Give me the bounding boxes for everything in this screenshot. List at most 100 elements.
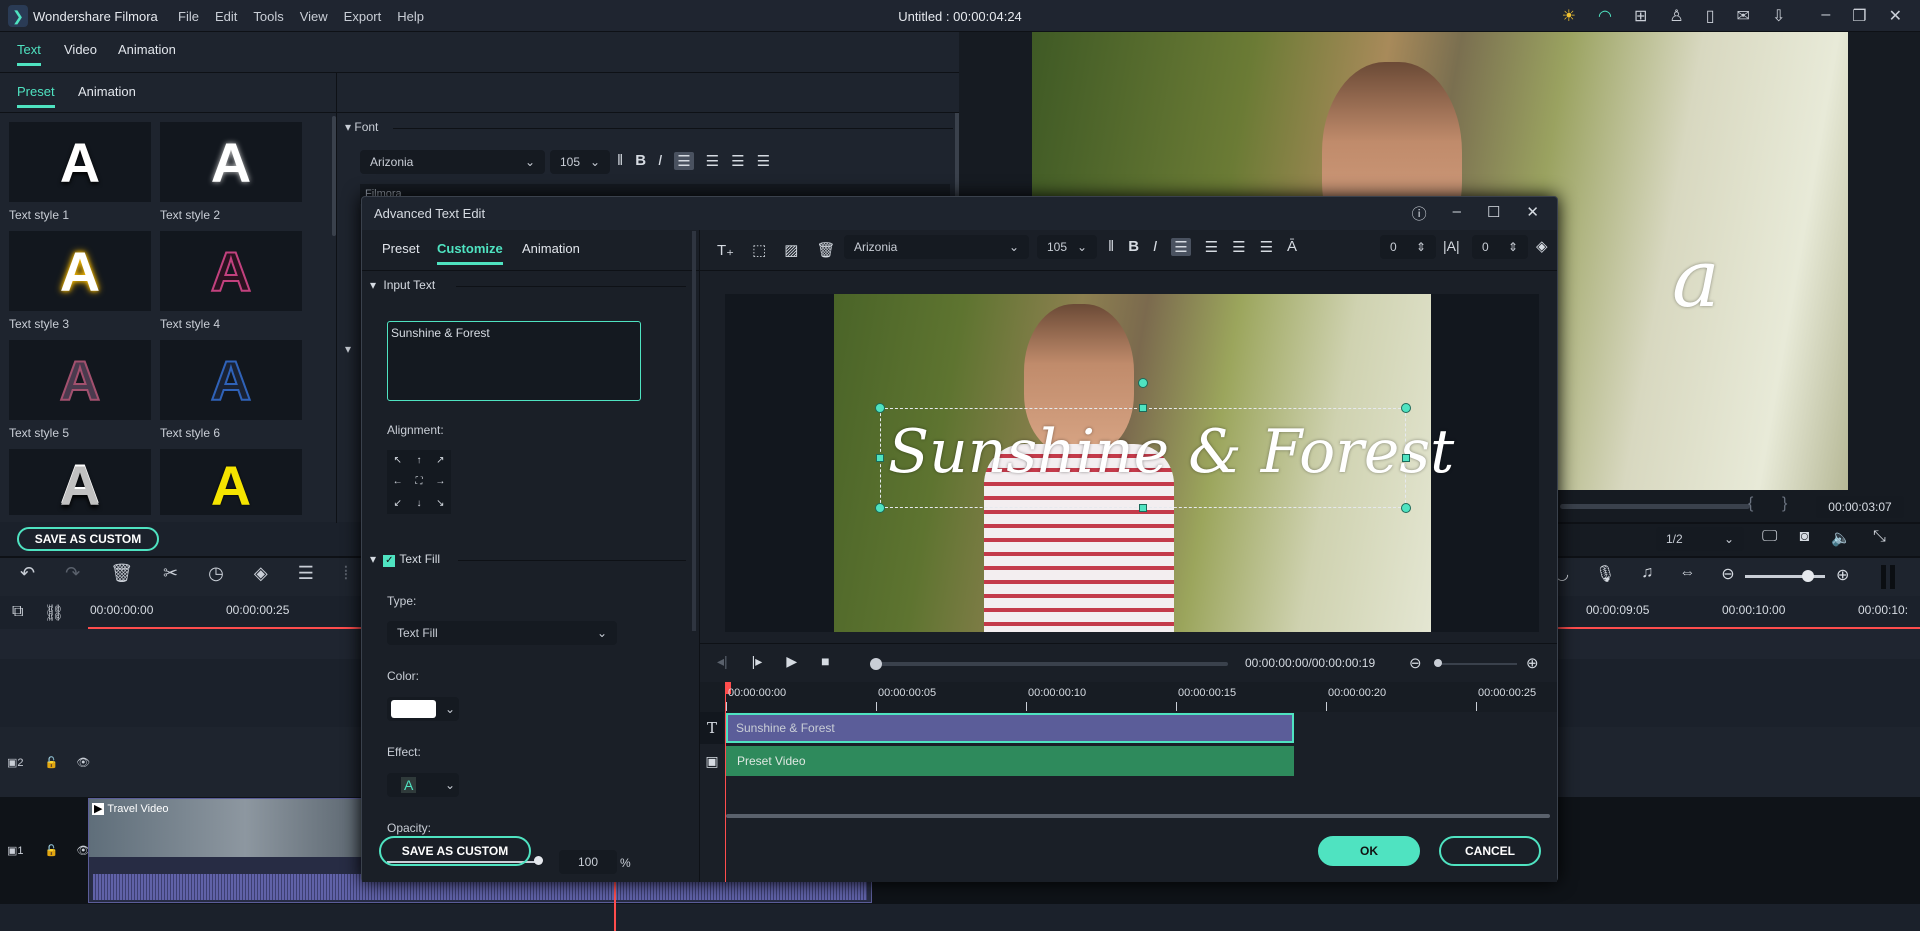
close-icon[interactable]: ✕ xyxy=(1526,203,1539,224)
rotate-handle[interactable] xyxy=(1138,378,1148,388)
subtab-preset[interactable]: Preset xyxy=(17,84,55,108)
layers-icon[interactable]: ◈ xyxy=(1536,237,1548,255)
line-spacing-icon[interactable]: ‖ xyxy=(1108,238,1114,256)
resize-handle[interactable] xyxy=(1402,454,1410,462)
cut-icon[interactable]: ✂ xyxy=(163,563,178,584)
opacity-slider-handle[interactable] xyxy=(534,856,543,865)
fullscreen-icon[interactable]: ⤡ xyxy=(1873,528,1886,548)
align-center-icon[interactable]: ⛶ xyxy=(408,471,429,492)
preset-tile[interactable]: A xyxy=(9,122,151,202)
align-center-icon[interactable]: ☰ xyxy=(731,152,744,170)
stepper-arrows-icon[interactable]: ⇕ xyxy=(1508,240,1518,254)
size-dropdown[interactable]: 105 ⌄ xyxy=(550,150,610,174)
redo-icon[interactable]: ↷ xyxy=(65,563,80,584)
line-spacing-icon[interactable]: ‖ xyxy=(617,152,623,170)
audio-mix-icon[interactable]: ♫ xyxy=(1641,564,1653,584)
italic-icon[interactable]: I xyxy=(658,152,662,170)
scrubber-handle[interactable] xyxy=(870,658,882,670)
line-spacing-stepper[interactable]: 0 ⇕ xyxy=(1472,235,1528,259)
undo-icon[interactable]: ↶ xyxy=(20,563,35,584)
preset-tile[interactable]: A xyxy=(160,449,302,517)
preview-scrubber[interactable] xyxy=(1560,504,1750,509)
audio-wave-icon[interactable]: ⦙ xyxy=(344,563,348,584)
menu-help[interactable]: Help xyxy=(397,9,424,24)
tab-video[interactable]: Video xyxy=(64,42,97,57)
keyframe-icon[interactable]: ◈ xyxy=(254,563,268,584)
dialog-zoom-slider[interactable] xyxy=(1437,663,1517,665)
lock-icon[interactable]: 🔓 xyxy=(45,845,59,857)
mail-icon[interactable]: ✉ xyxy=(1737,6,1750,26)
snapshot-icon[interactable]: ◙ xyxy=(1799,528,1809,548)
preset-tile[interactable]: A xyxy=(9,340,151,420)
account-icon[interactable]: ♙ xyxy=(1669,6,1683,26)
resize-handle[interactable] xyxy=(876,454,884,462)
download-icon[interactable]: ⇩ xyxy=(1772,6,1785,26)
resize-handle[interactable] xyxy=(875,503,885,513)
play-icon[interactable]: ▶ xyxy=(786,653,797,670)
resize-handle[interactable] xyxy=(875,403,885,413)
mark-out-icon[interactable]: } xyxy=(1782,495,1787,513)
preset-tile[interactable]: A xyxy=(9,231,151,311)
menu-edit[interactable]: Edit xyxy=(215,9,237,24)
align-bottom-left-icon[interactable]: ↙ xyxy=(387,493,408,514)
fill-type-dropdown[interactable]: Text Fill ⌄ xyxy=(387,621,617,645)
resize-handle[interactable] xyxy=(1139,404,1147,412)
dialog-playhead[interactable] xyxy=(725,682,726,882)
preset-scrollbar[interactable] xyxy=(332,116,336,236)
delete-icon[interactable]: 🗑 xyxy=(110,563,133,584)
align-left-icon[interactable]: ☰ xyxy=(674,152,694,170)
speed-icon[interactable]: ◷ xyxy=(208,563,224,584)
subtab-animation[interactable]: Animation xyxy=(78,84,136,99)
menu-export[interactable]: Export xyxy=(344,9,382,24)
dialog-timeline-ruler[interactable] xyxy=(700,682,1557,712)
resize-handle[interactable] xyxy=(1401,503,1411,513)
add-track-icon[interactable]: ⧉ xyxy=(12,603,23,621)
bold-icon[interactable]: B xyxy=(1128,238,1139,256)
font-dropdown[interactable]: Arizonia ⌄ xyxy=(360,150,545,174)
tab-animation[interactable]: Animation xyxy=(118,42,176,57)
text-fill-section-header[interactable]: ▾ ✓ Text Fill xyxy=(370,552,440,567)
effect-dropdown[interactable]: A ⌄ xyxy=(387,773,459,797)
align-top-right-icon[interactable]: ↗ xyxy=(430,450,451,471)
align-right-icon[interactable]: → xyxy=(430,471,451,492)
opacity-input[interactable]: 100 xyxy=(559,850,617,874)
volume-icon[interactable]: 🔈 xyxy=(1831,528,1851,548)
dialog-timeline-scrollbar[interactable] xyxy=(726,814,1550,818)
align-left-icon[interactable]: ☰ xyxy=(1171,238,1191,256)
dialog-tab-preset[interactable]: Preset xyxy=(382,241,420,256)
menu-view[interactable]: View xyxy=(300,9,328,24)
input-text-section-header[interactable]: ▾ Input Text xyxy=(370,278,435,292)
maximize-icon[interactable]: ☐ xyxy=(1487,203,1500,224)
add-image-icon[interactable]: ▨ xyxy=(784,241,798,259)
video-clip[interactable]: Preset Video xyxy=(726,746,1294,776)
gift-icon[interactable]: ⊞ xyxy=(1634,6,1647,26)
save-icon[interactable]: ▯ xyxy=(1706,6,1715,26)
char-spacing-stepper[interactable]: 0 ⇕ xyxy=(1380,235,1436,259)
bold-icon[interactable]: B xyxy=(635,152,646,170)
tab-text[interactable]: Text xyxy=(17,42,41,66)
resize-handle[interactable] xyxy=(1401,403,1411,413)
eye-icon[interactable]: 👁 xyxy=(76,757,90,769)
monitor-icon[interactable]: 🖵 xyxy=(1762,528,1777,548)
stepper-arrows-icon[interactable]: ⇕ xyxy=(1416,240,1426,254)
timeline-zoom-handle[interactable] xyxy=(1802,570,1814,582)
lightbulb-icon[interactable]: ☀ xyxy=(1562,6,1576,26)
zoom-out-icon[interactable]: ⊖ xyxy=(1721,564,1734,584)
mark-in-icon[interactable]: { xyxy=(1748,495,1753,513)
restore-icon[interactable]: ❐ xyxy=(1852,6,1866,26)
align-right-icon[interactable]: ☰ xyxy=(1205,238,1218,256)
delete-icon[interactable]: 🗑 xyxy=(816,241,835,259)
italic-icon[interactable]: I xyxy=(1153,238,1157,256)
align-top-icon[interactable]: ↑ xyxy=(408,450,429,471)
stop-icon[interactable]: ■ xyxy=(821,653,829,670)
dialog-tab-animation[interactable]: Animation xyxy=(522,241,580,256)
minimize-icon[interactable]: – xyxy=(1453,203,1461,224)
save-as-custom-button[interactable]: SAVE AS CUSTOM xyxy=(379,836,531,866)
add-shape-icon[interactable]: ⬚ xyxy=(752,241,766,259)
microphone-icon[interactable]: 🎙 xyxy=(1595,564,1615,584)
zoom-slider-handle[interactable] xyxy=(1434,659,1442,667)
input-text-field[interactable]: Sunshine & Forest xyxy=(387,321,641,401)
pause-icon[interactable] xyxy=(1881,565,1895,589)
align-bottom-icon[interactable]: ↓ xyxy=(408,493,429,514)
menu-file[interactable]: File xyxy=(178,9,199,24)
